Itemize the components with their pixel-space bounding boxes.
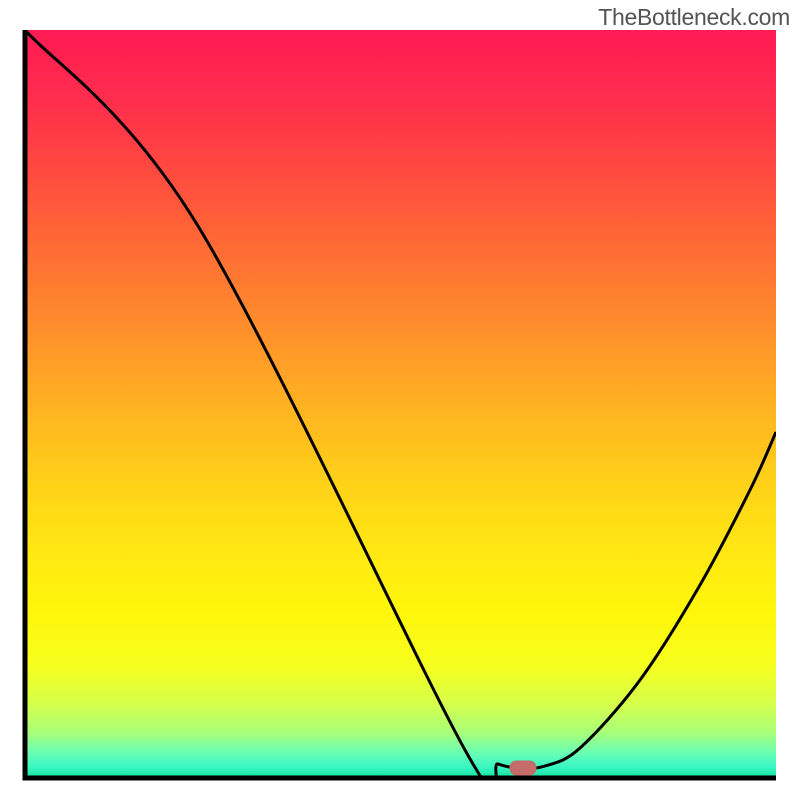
chart-container: TheBottleneck.com (0, 0, 800, 800)
watermark-text: TheBottleneck.com (598, 4, 790, 31)
optimal-marker (510, 761, 537, 776)
plot-area (25, 30, 776, 793)
chart-svg (0, 0, 800, 800)
